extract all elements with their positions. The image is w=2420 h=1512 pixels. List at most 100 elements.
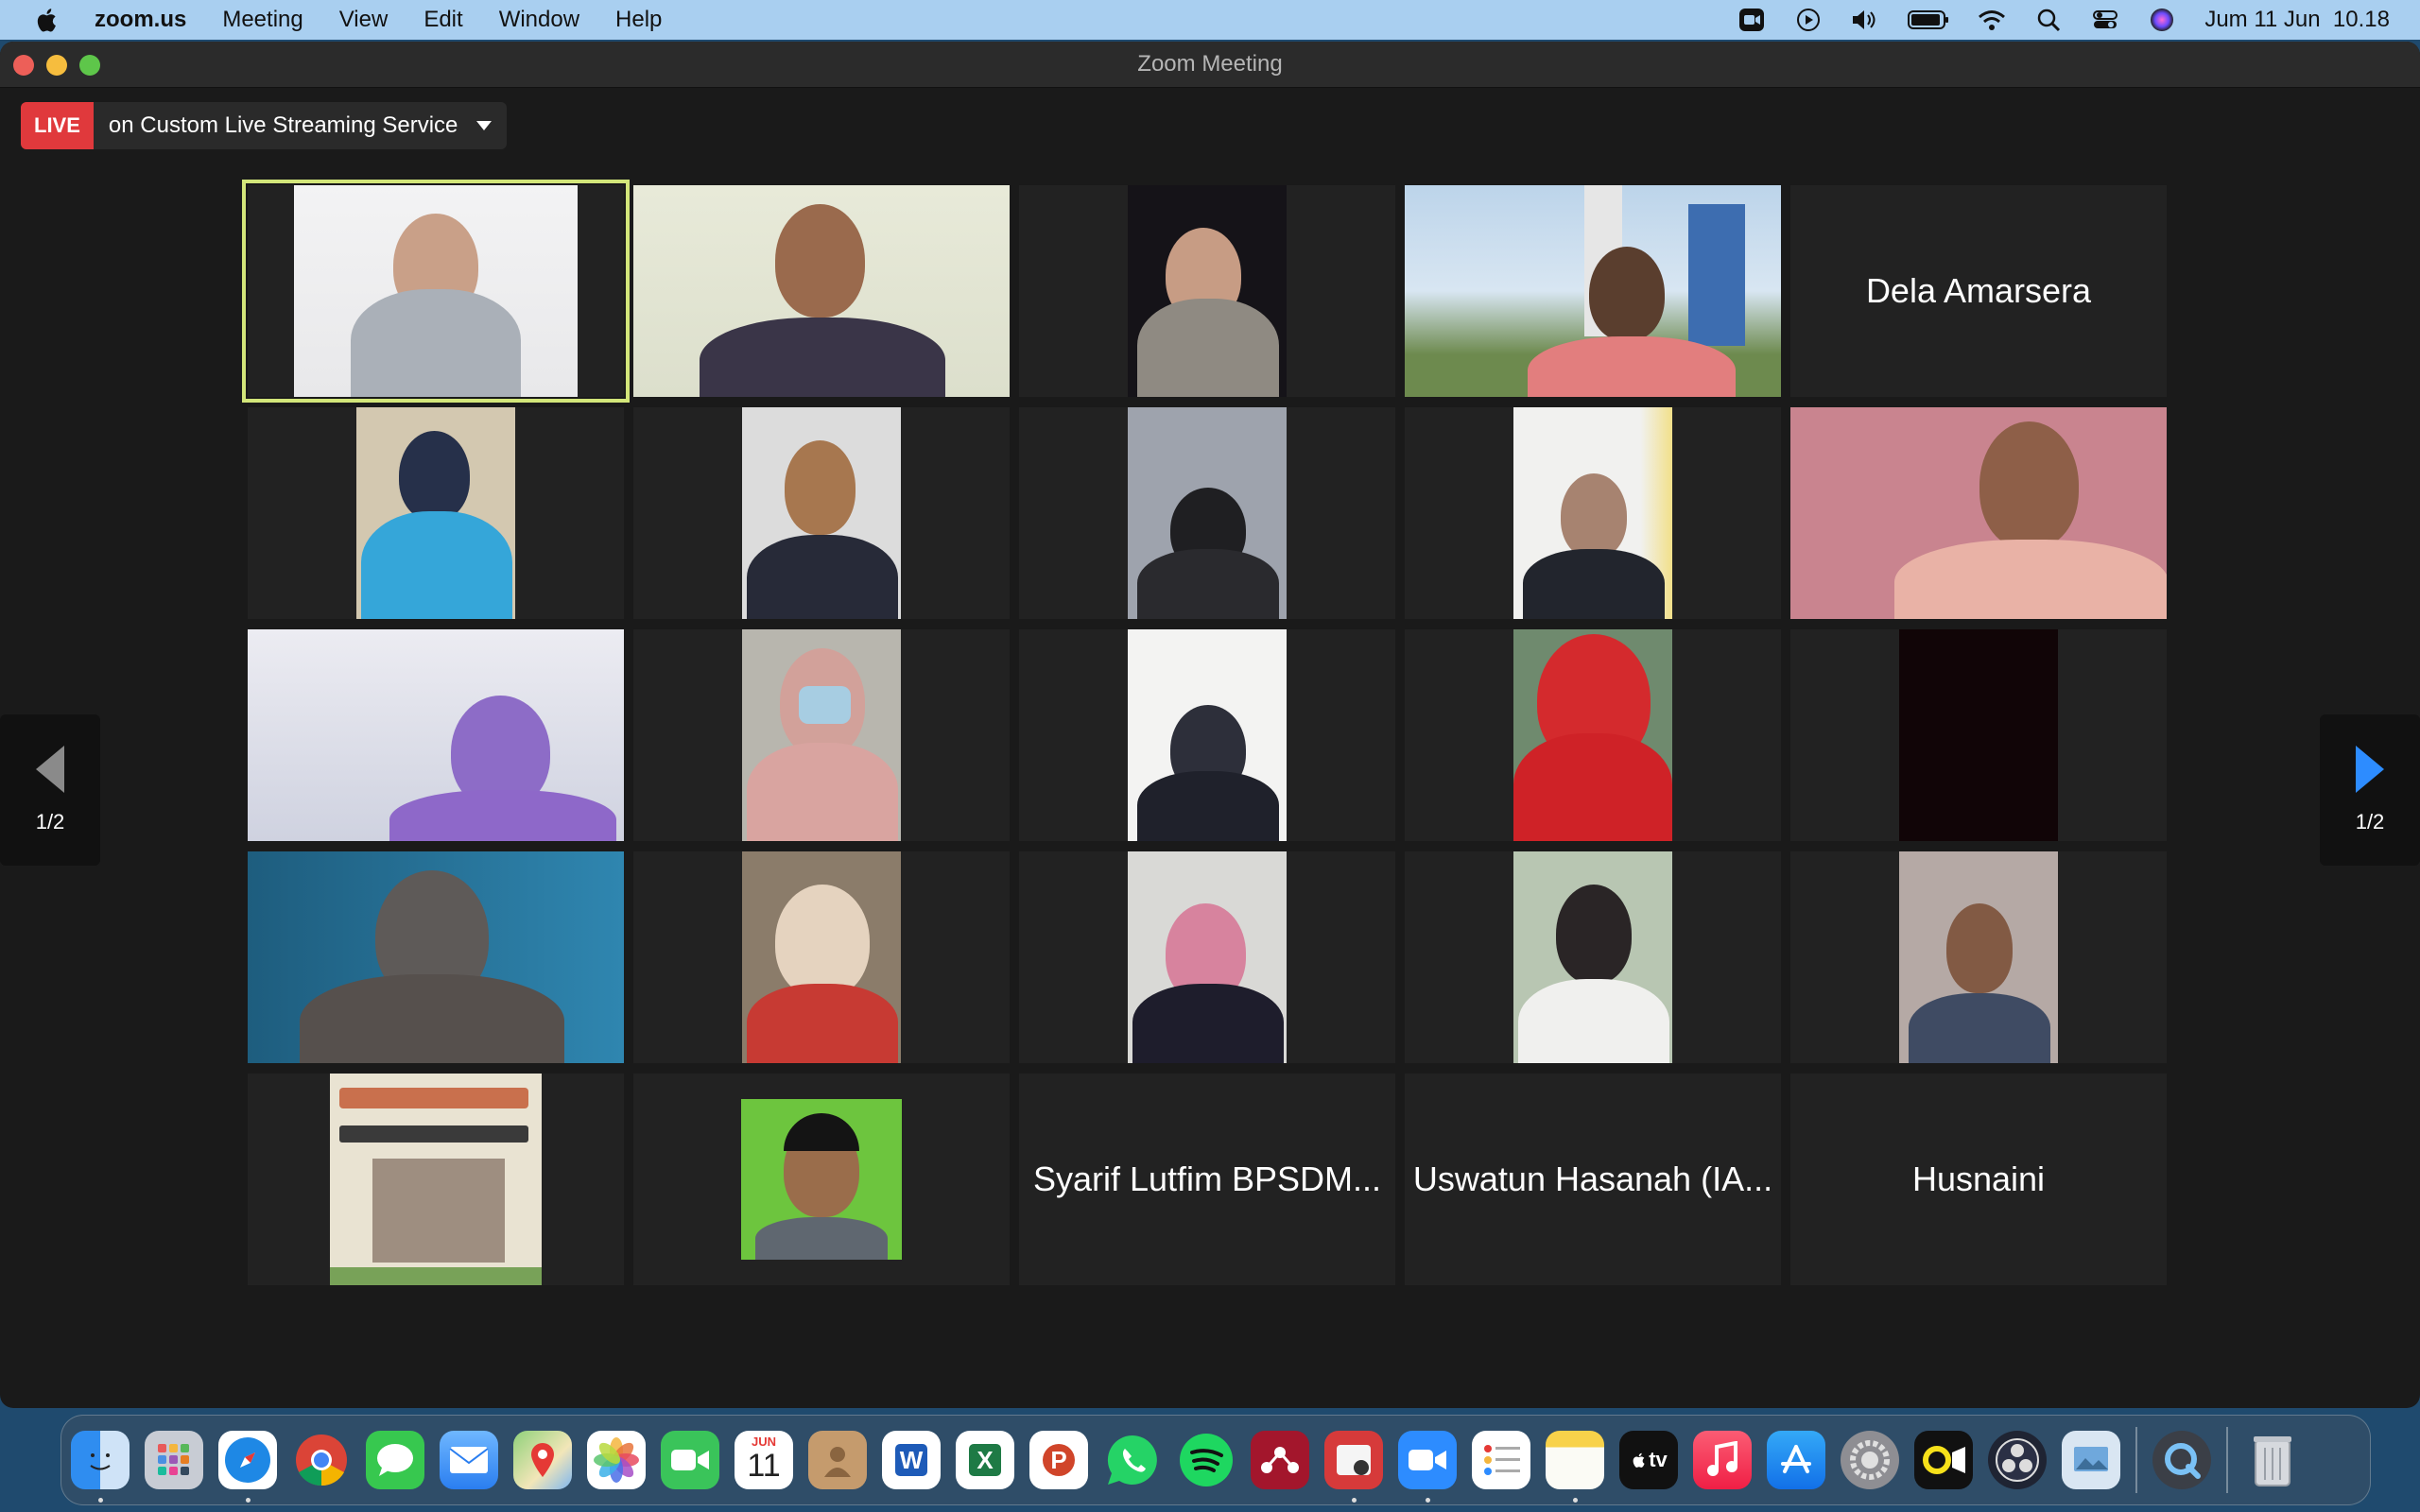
menu-window[interactable]: Window — [499, 7, 579, 33]
launchpad-icon[interactable] — [145, 1431, 203, 1489]
messages-icon[interactable] — [366, 1431, 424, 1489]
menu-meeting[interactable]: Meeting — [222, 7, 302, 33]
wifi-icon[interactable] — [1978, 8, 2006, 32]
preview-icon[interactable] — [2062, 1431, 2120, 1489]
microsoft-excel-icon[interactable]: X — [956, 1431, 1014, 1489]
participant-tile[interactable] — [1790, 851, 2167, 1063]
facetime-icon[interactable] — [661, 1431, 719, 1489]
participant-video — [633, 185, 1010, 397]
page-indicator: 1/2 — [2355, 810, 2385, 833]
calendar-icon[interactable]: JUN 11 — [735, 1431, 793, 1489]
participant-video — [1128, 407, 1287, 619]
page-indicator: 1/2 — [35, 810, 65, 833]
menu-app-name[interactable]: zoom.us — [95, 7, 186, 33]
participant-tile[interactable] — [633, 851, 1010, 1063]
next-page-button[interactable]: 1/2 — [2320, 714, 2420, 866]
chevron-down-icon[interactable] — [476, 121, 493, 130]
participant-video — [742, 629, 901, 841]
participant-tile[interactable] — [633, 629, 1010, 841]
notes-icon[interactable] — [1546, 1431, 1604, 1503]
chevron-left-icon — [36, 746, 64, 793]
participant-video — [1128, 185, 1287, 397]
previous-page-button[interactable]: 1/2 — [0, 714, 100, 866]
safari-icon[interactable] — [218, 1431, 277, 1503]
reminders-icon[interactable] — [1472, 1431, 1530, 1489]
mail-icon[interactable] — [440, 1431, 498, 1489]
powerpoint-letter: P — [1043, 1444, 1075, 1476]
participant-tile[interactable] — [1790, 629, 2167, 841]
chevron-right-icon — [2356, 746, 2384, 793]
finder-icon[interactable] — [71, 1431, 130, 1503]
app-store-icon[interactable] — [1767, 1431, 1825, 1489]
apple-logo-icon[interactable] — [32, 5, 62, 35]
obs-studio-icon[interactable] — [1988, 1431, 2047, 1489]
zoom-video-icon[interactable] — [1737, 8, 1766, 32]
participant-tile[interactable] — [1019, 629, 1395, 841]
live-badge: LIVE — [21, 102, 94, 149]
system-preferences-icon[interactable] — [1841, 1431, 1899, 1489]
chrome-icon[interactable] — [292, 1431, 351, 1489]
photo-booth-icon[interactable] — [1324, 1431, 1383, 1503]
participant-tile[interactable] — [1405, 185, 1781, 397]
participant-video — [1513, 851, 1672, 1063]
participant-video — [742, 407, 901, 619]
menu-view[interactable]: View — [339, 7, 389, 33]
zoom-app-icon[interactable] — [1398, 1431, 1457, 1503]
participant-tile[interactable] — [1405, 851, 1781, 1063]
play-icon[interactable] — [1794, 8, 1823, 32]
participant-tile[interactable]: Syarif Lutfim BPSDM... — [1019, 1074, 1395, 1285]
battery-icon[interactable] — [1908, 8, 1949, 32]
participant-tile[interactable] — [248, 407, 624, 619]
control-center-icon[interactable] — [2091, 8, 2119, 32]
microsoft-word-icon[interactable]: W — [882, 1431, 941, 1489]
participant-name: Uswatun Hasanah (IA... — [1412, 1160, 1773, 1198]
participant-video — [330, 1074, 542, 1285]
participant-tile[interactable] — [633, 1074, 1010, 1285]
whatsapp-icon[interactable] — [1103, 1431, 1162, 1489]
participant-video — [1405, 185, 1781, 397]
participant-tile[interactable]: Husnaini — [1790, 1074, 2167, 1285]
participant-tile[interactable]: Dela Amarsera — [1790, 185, 2167, 397]
screen-recorder-icon[interactable] — [1914, 1431, 1973, 1489]
participant-name: Dela Amarsera — [1865, 271, 2092, 310]
participant-tile[interactable] — [1019, 851, 1395, 1063]
menubar-clock[interactable]: Jum 11 Jun 10.18 — [2204, 7, 2390, 33]
microsoft-powerpoint-icon[interactable]: P — [1029, 1431, 1088, 1489]
participant-video — [1513, 629, 1672, 841]
participant-tile[interactable] — [248, 1074, 624, 1285]
siri-icon[interactable] — [2148, 8, 2176, 32]
participant-video — [248, 851, 624, 1063]
participant-tile[interactable] — [1405, 629, 1781, 841]
menu-help[interactable]: Help — [615, 7, 662, 33]
live-streaming-label: on Custom Live Streaming Service — [108, 112, 458, 138]
participant-tile[interactable] — [633, 407, 1010, 619]
participant-tile[interactable] — [248, 851, 624, 1063]
menu-edit[interactable]: Edit — [424, 7, 462, 33]
participant-video — [294, 185, 578, 397]
maps-icon[interactable] — [513, 1431, 572, 1489]
participant-name: Husnaini — [1911, 1160, 2046, 1198]
participant-tile[interactable] — [633, 185, 1010, 397]
participant-tile[interactable] — [248, 629, 624, 841]
contacts-icon[interactable] — [808, 1431, 867, 1489]
participant-tile[interactable] — [1405, 407, 1781, 619]
participant-video — [742, 851, 901, 1063]
volume-icon[interactable] — [1851, 8, 1879, 32]
participant-tile[interactable] — [1790, 407, 2167, 619]
photos-icon[interactable] — [587, 1431, 646, 1489]
music-icon[interactable] — [1693, 1431, 1752, 1489]
spotlight-search-icon[interactable] — [2034, 8, 2063, 32]
apple-tv-icon[interactable]: tv — [1619, 1431, 1678, 1489]
participant-tile[interactable] — [242, 180, 630, 403]
mendeley-icon[interactable] — [1251, 1431, 1309, 1489]
trash-icon[interactable] — [2243, 1431, 2302, 1489]
spotify-icon[interactable] — [1177, 1431, 1236, 1489]
calendar-month: JUN — [751, 1435, 776, 1449]
participant-tile[interactable] — [1019, 185, 1395, 397]
window-titlebar[interactable]: Zoom Meeting — [0, 42, 2420, 88]
participant-name: Syarif Lutfim BPSDM... — [1032, 1160, 1382, 1198]
participant-tile[interactable] — [1019, 407, 1395, 619]
participant-tile[interactable]: Uswatun Hasanah (IA... — [1405, 1074, 1781, 1285]
live-streaming-indicator[interactable]: LIVE on Custom Live Streaming Service — [21, 102, 508, 149]
quicktime-icon[interactable] — [2152, 1431, 2211, 1489]
